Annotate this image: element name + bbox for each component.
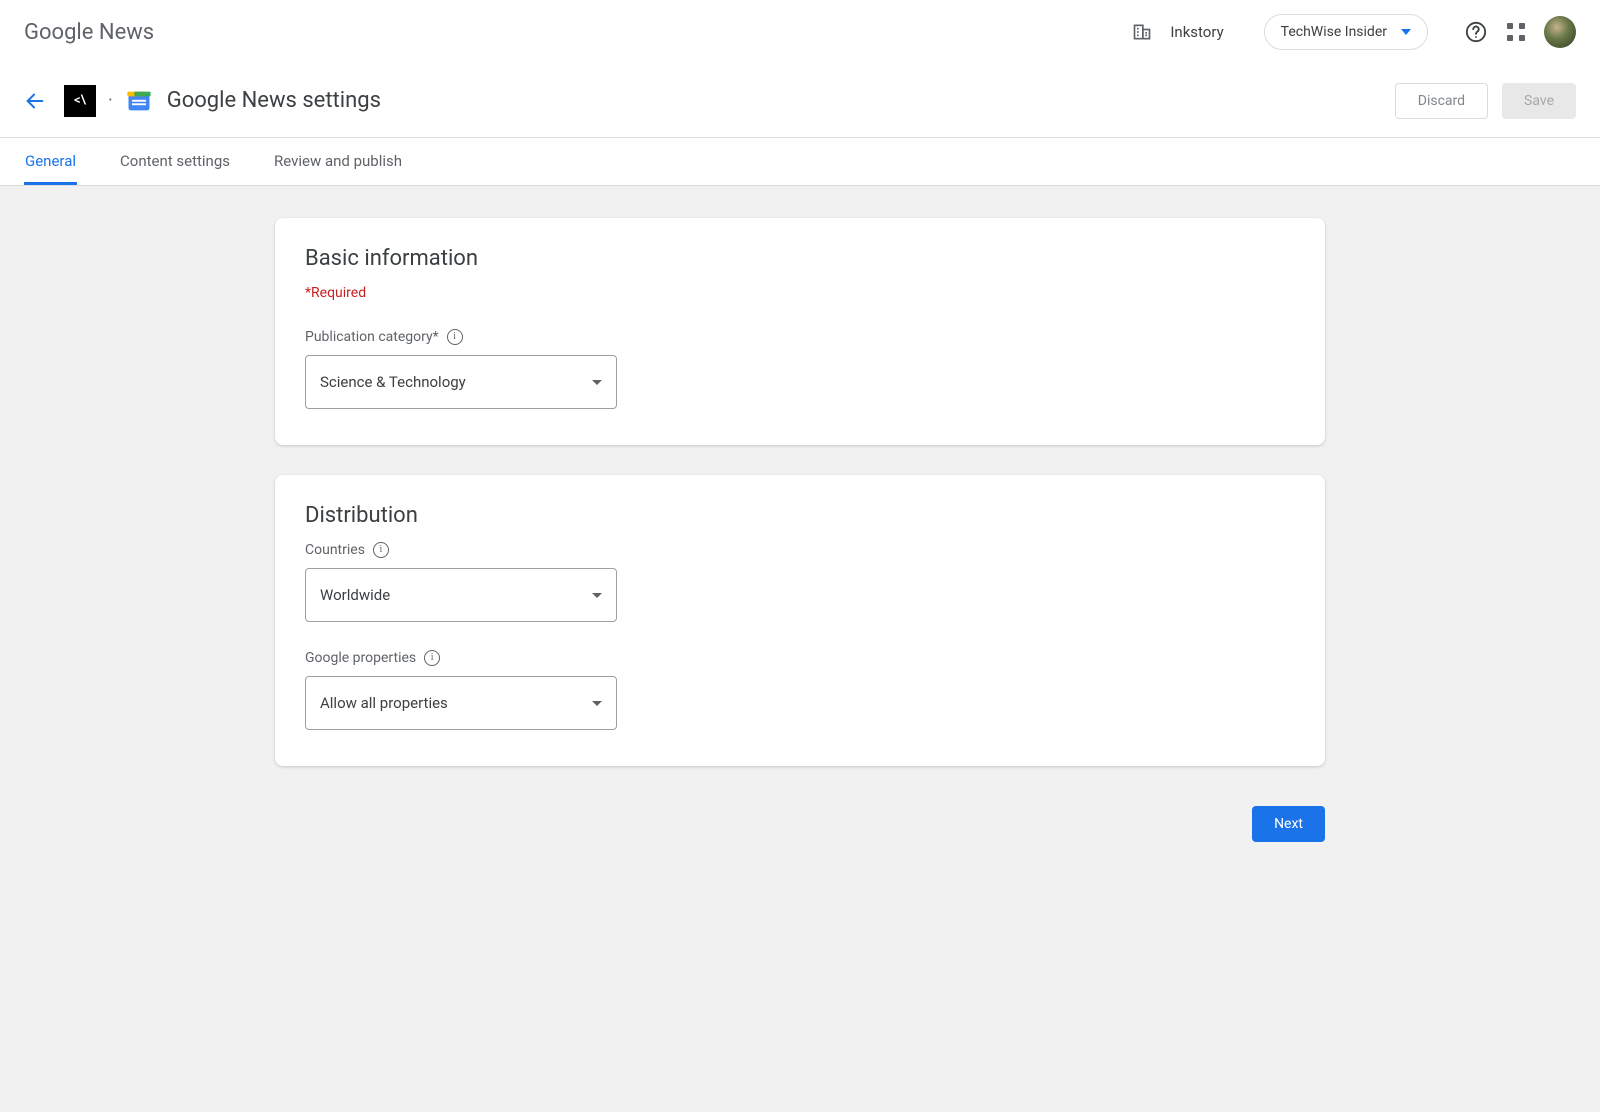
publication-badge: <\: [64, 85, 96, 117]
org-block: Inkstory: [1132, 22, 1223, 42]
basic-information-card: Basic information *Required Publication …: [275, 218, 1325, 445]
next-button[interactable]: Next: [1252, 806, 1325, 842]
actions-row: Next: [275, 796, 1325, 842]
required-note: *Required: [305, 285, 1295, 301]
help-button[interactable]: [1456, 12, 1496, 52]
publication-category-select[interactable]: Science & Technology: [305, 355, 617, 409]
countries-select[interactable]: Worldwide: [305, 568, 617, 622]
back-button[interactable]: [24, 90, 46, 112]
google-news-icon: [125, 87, 153, 115]
page-subheader: <\ · Google News settings Discard Save: [0, 64, 1600, 138]
countries-label: Countries i: [305, 542, 1295, 558]
organization-name: Inkstory: [1170, 23, 1223, 41]
tab-content-settings[interactable]: Content settings: [119, 152, 231, 185]
google-properties-value: Allow all properties: [320, 694, 448, 712]
page-title: Google News settings: [167, 88, 381, 113]
distribution-card: Distribution Countries i Worldwide Googl…: [275, 475, 1325, 766]
organization-icon: [1132, 22, 1152, 42]
tabs: General Content settings Review and publ…: [0, 138, 1600, 186]
page-body: Basic information *Required Publication …: [0, 186, 1600, 1112]
caret-down-icon: [592, 593, 602, 598]
distribution-title: Distribution: [305, 503, 1295, 528]
save-button: Save: [1502, 83, 1576, 119]
publication-dropdown-label: TechWise Insider: [1281, 24, 1387, 40]
publication-category-value: Science & Technology: [320, 373, 466, 391]
publication-dropdown[interactable]: TechWise Insider: [1264, 14, 1428, 50]
google-properties-label-text: Google properties: [305, 650, 416, 666]
publication-category-label-text: Publication category*: [305, 329, 439, 345]
topbar: Google News Inkstory TechWise Insider: [0, 0, 1600, 64]
apps-button[interactable]: [1496, 12, 1536, 52]
caret-down-icon: [592, 701, 602, 706]
publication-category-label: Publication category* i: [305, 329, 1295, 345]
info-icon[interactable]: i: [447, 329, 463, 345]
countries-label-text: Countries: [305, 542, 365, 558]
chevron-down-icon: [1401, 29, 1411, 35]
tab-review-publish[interactable]: Review and publish: [273, 152, 403, 185]
discard-button[interactable]: Discard: [1395, 83, 1488, 119]
countries-value: Worldwide: [320, 586, 390, 604]
info-icon[interactable]: i: [424, 650, 440, 666]
separator-dot: ·: [108, 92, 113, 110]
google-properties-select[interactable]: Allow all properties: [305, 676, 617, 730]
google-properties-label: Google properties i: [305, 650, 1295, 666]
tab-general[interactable]: General: [24, 152, 77, 185]
app-brand: Google News: [24, 20, 154, 45]
caret-down-icon: [592, 380, 602, 385]
info-icon[interactable]: i: [373, 542, 389, 558]
basic-information-title: Basic information: [305, 246, 1295, 271]
avatar[interactable]: [1544, 16, 1576, 48]
